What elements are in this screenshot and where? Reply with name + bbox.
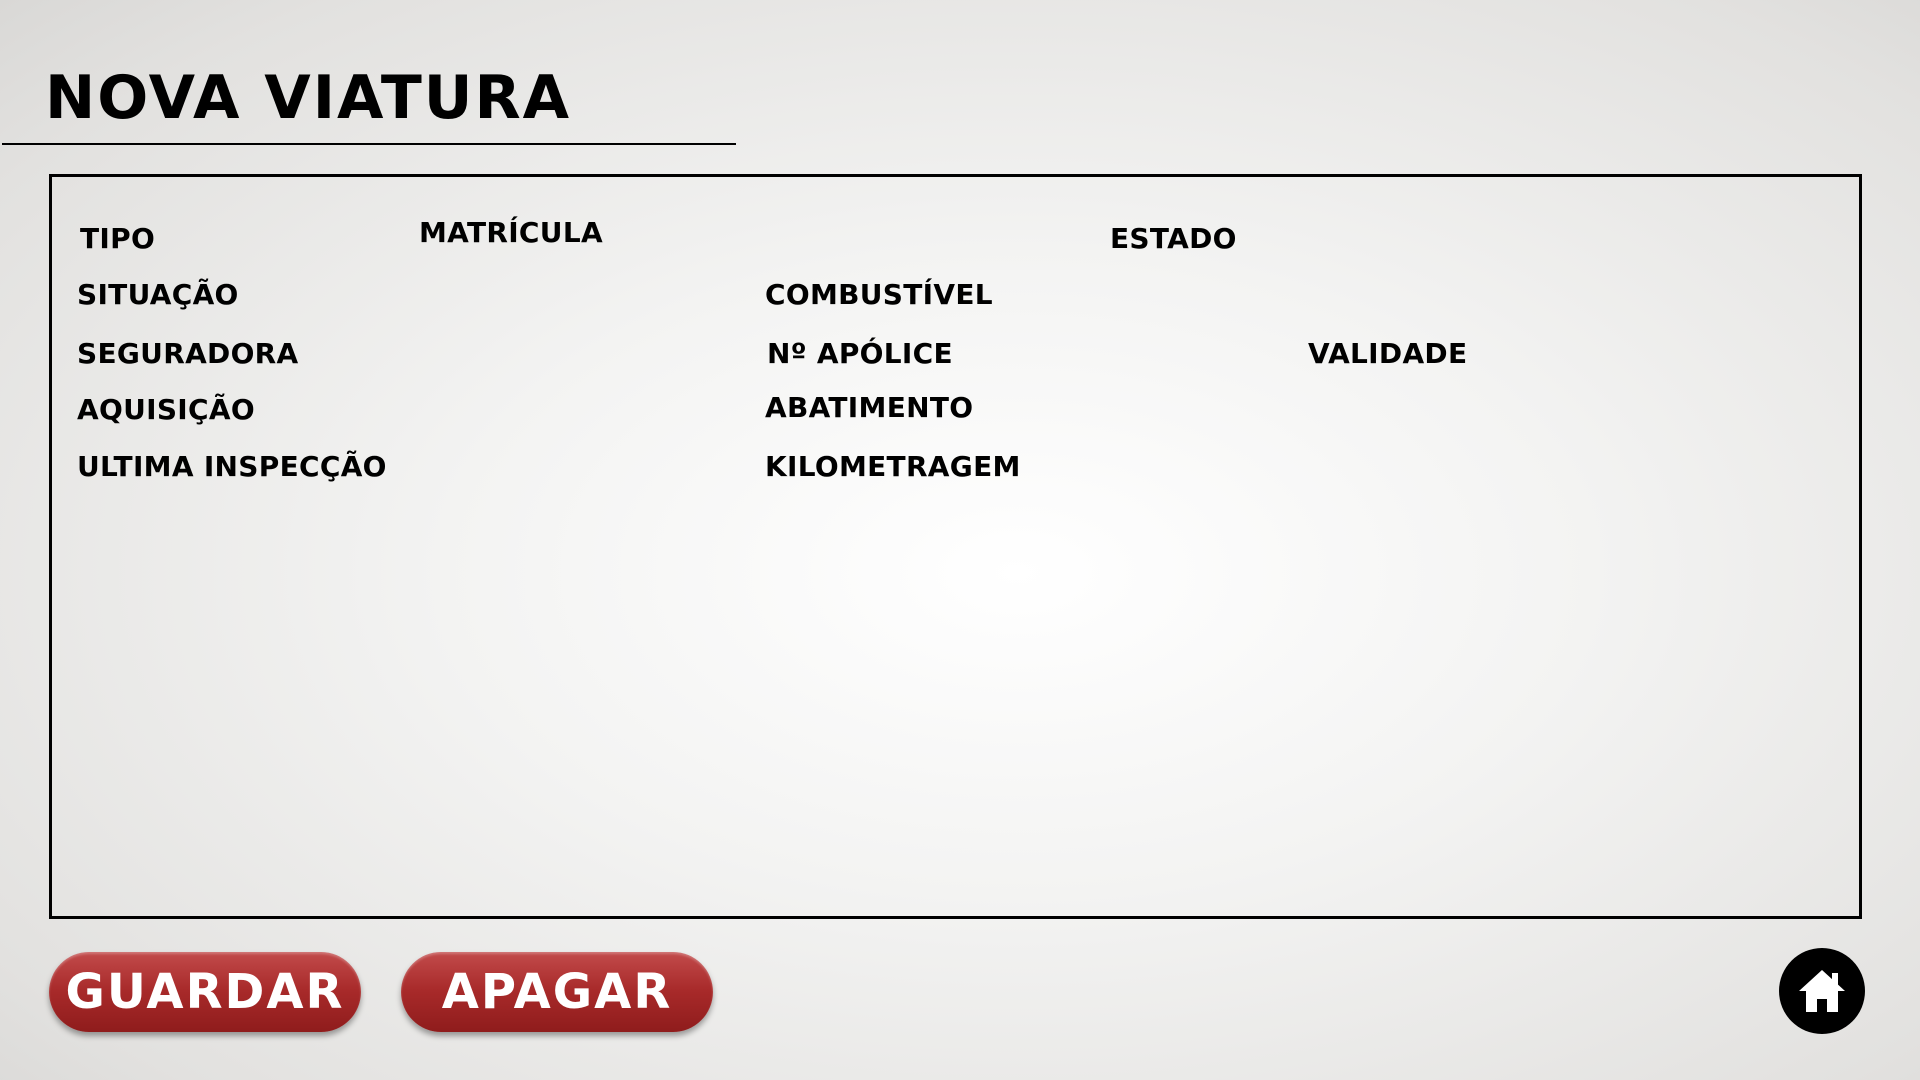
label-combustivel: COMBUSTÍVEL [765, 278, 993, 311]
label-tipo: TIPO [80, 222, 156, 255]
label-situacao: SITUAÇÃO [77, 278, 239, 311]
label-matricula: MATRÍCULA [419, 216, 603, 249]
vehicle-form-panel: TIPO MATRÍCULA ESTADO SITUAÇÃO COMBUSTÍV… [49, 174, 1862, 919]
label-n-apolice: Nº APÓLICE [767, 337, 953, 370]
label-validade: VALIDADE [1308, 337, 1468, 370]
label-kilometragem: KILOMETRAGEM [765, 450, 1021, 483]
home-button[interactable] [1779, 948, 1865, 1034]
home-icon [1799, 970, 1845, 1012]
page-title: NOVA VIATURA [45, 63, 572, 133]
delete-button[interactable]: APAGAR [401, 952, 713, 1032]
label-seguradora: SEGURADORA [77, 337, 299, 370]
label-ultima-inspeccao: ULTIMA INSPECÇÃO [77, 450, 387, 483]
save-button[interactable]: GUARDAR [49, 952, 361, 1032]
title-divider [2, 143, 736, 145]
label-aquisicao: AQUISIÇÃO [77, 393, 255, 426]
label-estado: ESTADO [1110, 222, 1237, 255]
label-abatimento: ABATIMENTO [765, 391, 974, 424]
